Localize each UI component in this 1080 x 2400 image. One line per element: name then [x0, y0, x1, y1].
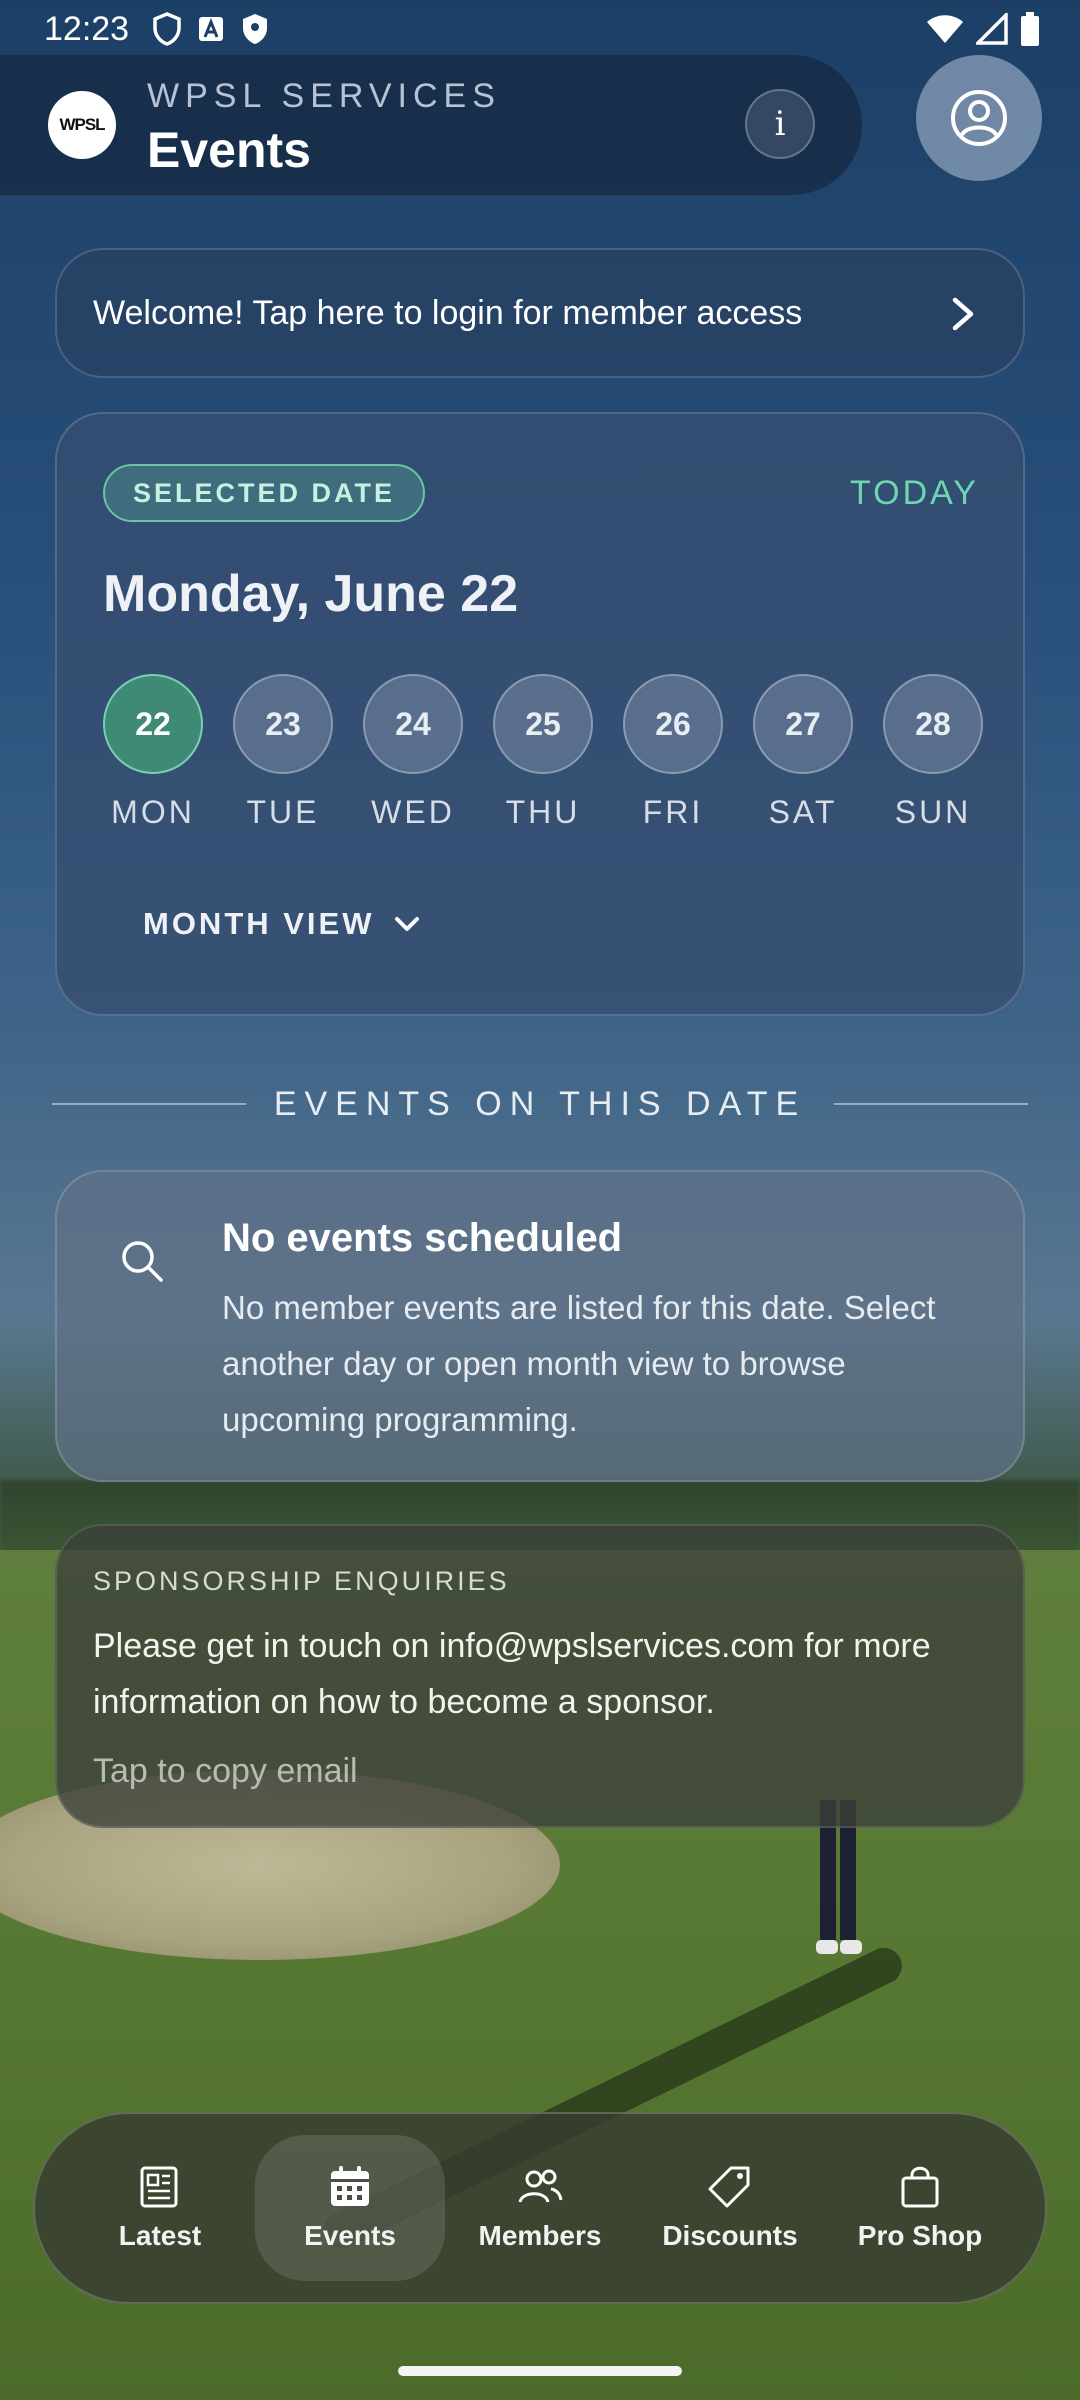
news-icon [140, 2166, 178, 2208]
events-section-heading: EVENTS ON THIS DATE [273, 1084, 807, 1123]
day-name: SUN [894, 794, 972, 830]
day-name: THU [505, 794, 581, 830]
status-time: 12:23 [44, 10, 130, 48]
day-23[interactable]: 23 TUE [233, 674, 333, 831]
day-22[interactable]: 22 MON [103, 674, 203, 831]
week-day-selector: 22 MON 23 TUE 24 WED 25 THU 26 FRI 27 SA… [103, 674, 983, 831]
login-banner[interactable]: Welcome! Tap here to login for member ac… [55, 248, 1025, 378]
calendar-icon [331, 2166, 369, 2206]
signal-icon [976, 13, 1008, 45]
shield-icon [243, 14, 267, 44]
info-icon: i [774, 104, 786, 144]
day-number: 26 [623, 674, 723, 774]
day-name: SAT [768, 794, 838, 830]
copy-email-link[interactable]: Tap to copy email [93, 1752, 358, 1791]
no-events-card: No events scheduled No member events are… [55, 1170, 1025, 1482]
day-number: 27 [753, 674, 853, 774]
header-subtitle: WPSL SERVICES [147, 77, 501, 115]
wpsl-logo: WPSL [48, 91, 116, 159]
divider-line [52, 1103, 246, 1105]
sponsorship-label: SPONSORSHIP ENQUIRIES [93, 1566, 510, 1596]
events-section-divider: EVENTS ON THIS DATE [52, 1082, 1029, 1126]
day-number: 22 [103, 674, 203, 774]
day-number: 23 [233, 674, 333, 774]
month-view-label: MONTH VIEW [143, 906, 375, 941]
shopping-bag-icon [901, 2166, 939, 2208]
sponsorship-body: Please get in touch on info@wpslservices… [93, 1627, 931, 1721]
nav-label: Members [478, 2220, 602, 2251]
nav-members[interactable]: Members [445, 2135, 635, 2281]
shield-outline-icon [153, 12, 181, 46]
page-title: Events [147, 122, 311, 178]
home-indicator[interactable] [398, 2366, 682, 2376]
nav-latest[interactable]: Latest [65, 2135, 255, 2281]
search-icon [122, 1241, 163, 1282]
today-button[interactable]: TODAY [850, 474, 979, 513]
profile-button[interactable] [916, 55, 1042, 181]
date-picker-card: SELECTED DATE TODAY Monday, June 22 22 M… [55, 412, 1025, 1016]
bottom-navigation: Latest Events Members Discounts Pro Shop [33, 2112, 1047, 2304]
day-number: 24 [363, 674, 463, 774]
nav-pro-shop[interactable]: Pro Shop [825, 2135, 1015, 2281]
people-icon [518, 2169, 563, 2203]
tag-icon [708, 2166, 750, 2208]
selected-date-badge: SELECTED DATE [103, 464, 426, 522]
day-number: 25 [493, 674, 593, 774]
sponsorship-card[interactable]: SPONSORSHIP ENQUIRIES Please get in touc… [55, 1524, 1025, 1828]
day-name: MON [111, 794, 195, 830]
battery-icon [1021, 12, 1039, 46]
nav-label: Discounts [662, 2220, 798, 2251]
day-name: WED [371, 794, 455, 830]
day-name: FRI [642, 794, 704, 830]
nav-label: Pro Shop [857, 2220, 983, 2251]
chevron-down-icon [394, 917, 419, 931]
status-bar: 12:23 [0, 0, 1080, 60]
text-a-icon [199, 17, 223, 41]
info-button[interactable]: i [745, 89, 815, 159]
app-header: WPSL WPSL SERVICES Events i [0, 55, 862, 195]
wifi-icon [927, 15, 963, 43]
day-26[interactable]: 26 FRI [623, 674, 723, 831]
day-number: 28 [883, 674, 983, 774]
no-events-description: No member events are listed for this dat… [222, 1289, 936, 1438]
day-name: TUE [246, 794, 320, 830]
chevron-right-icon [952, 297, 974, 331]
divider-line [834, 1103, 1029, 1105]
month-view-toggle[interactable]: MONTH VIEW [143, 906, 421, 942]
nav-discounts[interactable]: Discounts [635, 2135, 825, 2281]
no-events-title: No events scheduled [222, 1216, 623, 1260]
account-circle-icon [951, 90, 1007, 146]
day-24[interactable]: 24 WED [363, 674, 463, 831]
selected-date-title: Monday, June 22 [103, 565, 519, 623]
nav-label: Latest [118, 2220, 202, 2251]
day-25[interactable]: 25 THU [493, 674, 593, 831]
day-28[interactable]: 28 SUN [883, 674, 983, 831]
nav-label: Events [304, 2220, 396, 2251]
nav-events[interactable]: Events [255, 2135, 445, 2281]
login-banner-text: Welcome! Tap here to login for member ac… [93, 294, 803, 332]
day-27[interactable]: 27 SAT [753, 674, 853, 831]
